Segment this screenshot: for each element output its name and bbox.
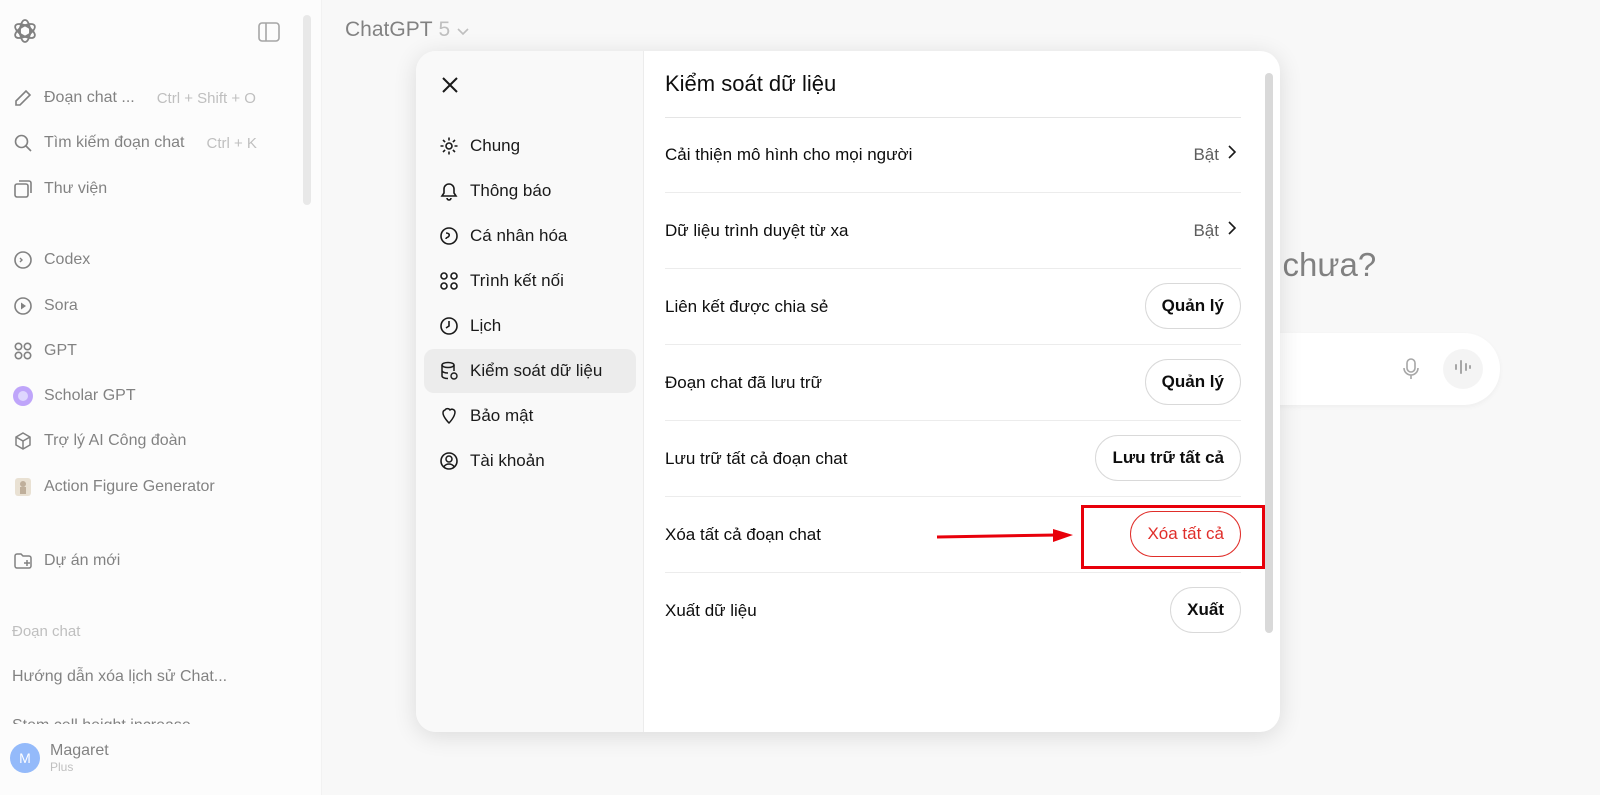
setting-value-text: Bật (1193, 220, 1219, 240)
tab-account[interactable]: Tài khoản (424, 439, 636, 483)
settings-modal: Chung Thông báo Cá nhân hóa Trình kết nố… (416, 51, 1280, 732)
tab-personalization[interactable]: Cá nhân hóa (424, 214, 636, 258)
user-circle-icon (438, 450, 460, 472)
personalize-icon (438, 225, 460, 247)
setting-label: Xóa tất cả đoạn chat (665, 525, 821, 544)
tab-personalization-label: Cá nhân hóa (470, 226, 568, 245)
setting-value[interactable]: Bật (1193, 220, 1237, 241)
tab-notifications-label: Thông báo (470, 181, 552, 200)
tab-schedule-label: Lịch (470, 316, 502, 335)
setting-row-archive-all: Lưu trữ tất cả đoạn chat Lưu trữ tất cả (665, 421, 1241, 497)
page-title: Kiểm soát dữ liệu (665, 71, 837, 96)
close-button[interactable] (436, 73, 464, 101)
tab-security[interactable]: Bảo mật (424, 394, 636, 438)
annotation-highlight-box (1081, 505, 1265, 569)
tab-general-label: Chung (470, 136, 521, 155)
manage-archived-chats-button[interactable]: Quản lý (1144, 359, 1241, 405)
setting-label: Lưu trữ tất cả đoạn chat (665, 449, 848, 468)
setting-row-remote-browser-data[interactable]: Dữ liệu trình duyệt từ xa Bật (665, 193, 1241, 269)
setting-value-text: Bật (1193, 144, 1219, 164)
tab-account-label: Tài khoản (470, 451, 545, 470)
archive-all-button[interactable]: Lưu trữ tất cả (1095, 435, 1241, 481)
annotation-arrow-icon (935, 527, 1075, 547)
setting-row-shared-links: Liên kết được chia sẻ Quản lý (665, 269, 1241, 345)
tab-connectors-label: Trình kết nối (470, 271, 564, 290)
close-icon (441, 76, 459, 99)
shield-icon (438, 405, 460, 427)
settings-nav: Chung Thông báo Cá nhân hóa Trình kết nố… (416, 51, 644, 732)
setting-value[interactable]: Bật (1193, 144, 1237, 165)
setting-label: Xuất dữ liệu (665, 601, 757, 620)
tab-schedule[interactable]: Lịch (424, 304, 636, 348)
setting-row-archived-chats: Đoạn chat đã lưu trữ Quản lý (665, 345, 1241, 421)
export-button[interactable]: Xuất (1170, 587, 1241, 633)
manage-shared-links-button[interactable]: Quản lý (1144, 283, 1241, 329)
bell-icon (438, 180, 460, 202)
setting-row-export-data: Xuất dữ liệu Xuất (665, 573, 1241, 649)
connectors-icon (438, 270, 460, 292)
setting-label: Đoạn chat đã lưu trữ (665, 373, 822, 392)
setting-label: Cải thiện mô hình cho mọi người (665, 145, 913, 164)
clock-icon (438, 315, 460, 337)
modal-scrollbar-thumb[interactable] (1265, 73, 1273, 633)
setting-label: Liên kết được chia sẻ (665, 297, 829, 316)
setting-row-improve-model[interactable]: Cải thiện mô hình cho mọi người Bật (665, 117, 1241, 193)
database-icon (438, 360, 460, 382)
tab-security-label: Bảo mật (470, 406, 534, 425)
tab-notifications[interactable]: Thông báo (424, 169, 636, 213)
gear-icon (438, 135, 460, 157)
tab-connectors[interactable]: Trình kết nối (424, 259, 636, 303)
chevron-right-icon (1227, 220, 1237, 241)
tab-general[interactable]: Chung (424, 124, 636, 168)
setting-label: Dữ liệu trình duyệt từ xa (665, 221, 849, 240)
chevron-right-icon (1227, 144, 1237, 165)
tab-data-controls-label: Kiểm soát dữ liệu (470, 361, 603, 380)
tab-data-controls[interactable]: Kiểm soát dữ liệu (424, 349, 636, 393)
